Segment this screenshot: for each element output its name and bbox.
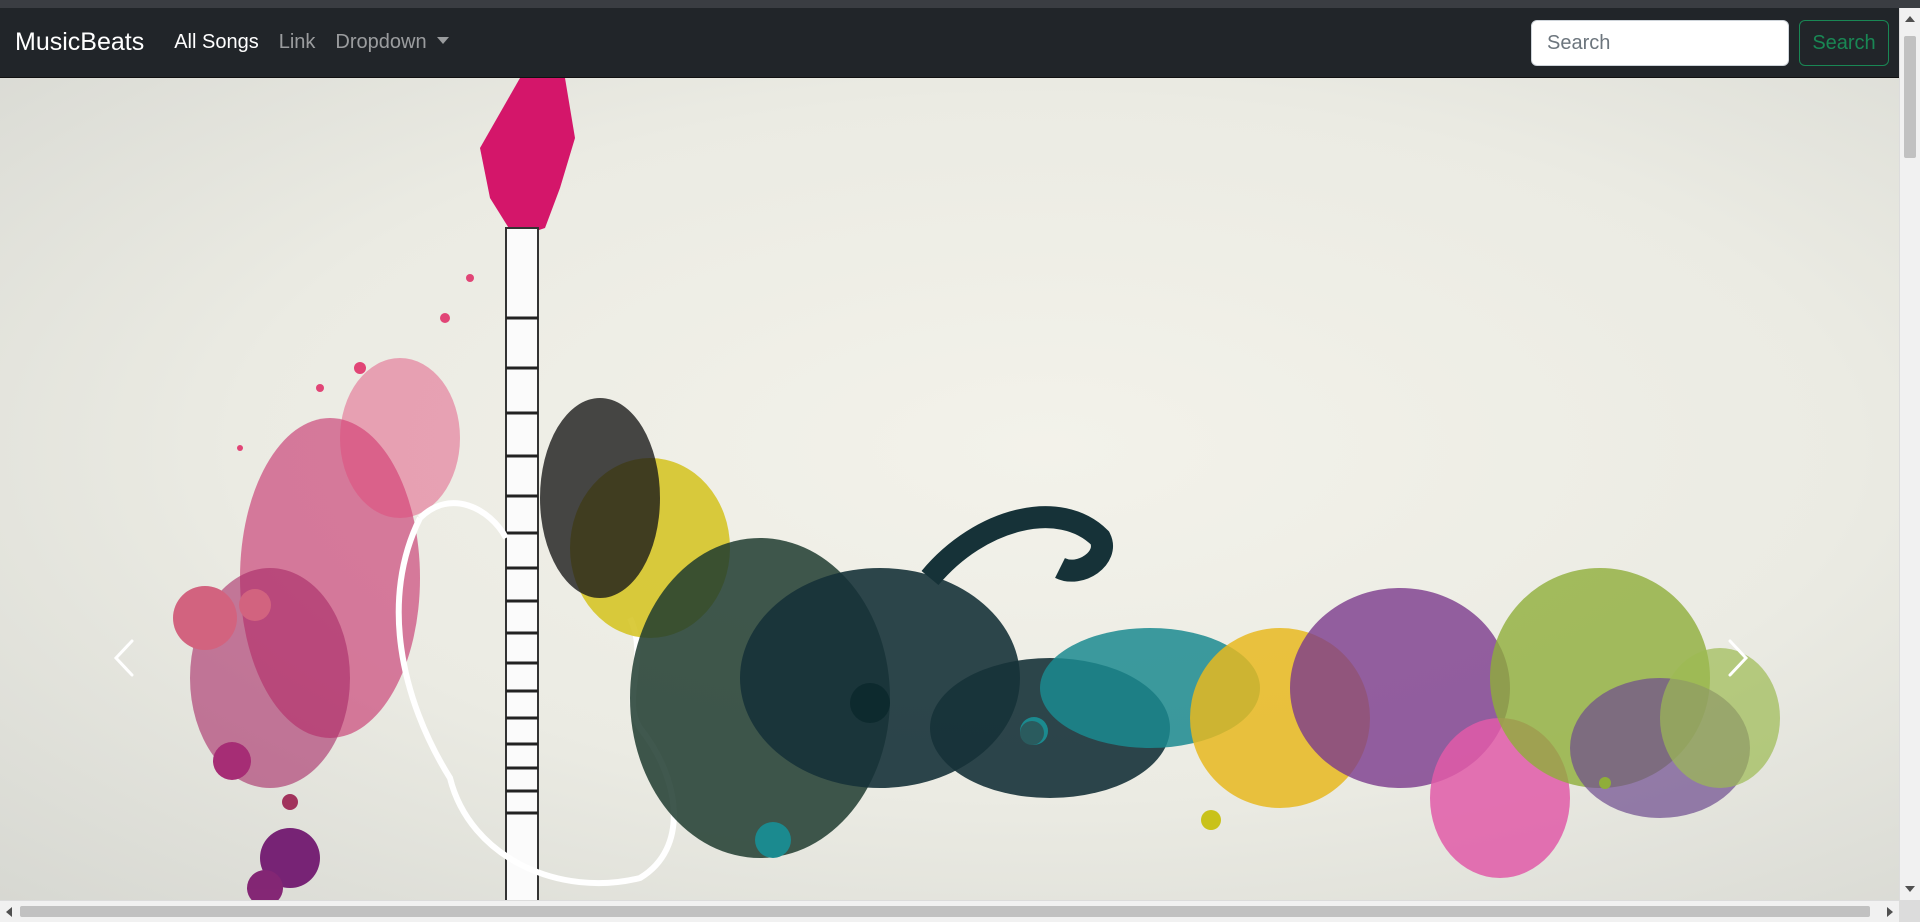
- paint-splash-right: [1040, 568, 1780, 878]
- nav-dropdown[interactable]: Dropdown: [335, 31, 449, 54]
- scroll-right-arrow-icon[interactable]: [1887, 907, 1893, 917]
- search-button[interactable]: Search: [1799, 20, 1889, 66]
- scroll-down-arrow-icon[interactable]: [1905, 886, 1915, 892]
- search-form: Search: [1531, 20, 1889, 66]
- nav-link-all-songs[interactable]: All Songs: [174, 31, 259, 54]
- vertical-scroll-thumb[interactable]: [1904, 36, 1916, 158]
- nav-link-link[interactable]: Link: [279, 31, 316, 54]
- hero-image: [173, 78, 1780, 900]
- browser-top-strip: [0, 0, 1920, 8]
- horizontal-scrollbar[interactable]: [0, 900, 1899, 922]
- horizontal-scroll-thumb[interactable]: [20, 906, 1870, 917]
- hero-carousel: [0, 78, 1899, 900]
- search-input[interactable]: [1531, 20, 1789, 66]
- scroll-up-arrow-icon[interactable]: [1905, 16, 1915, 22]
- caret-down-icon: [436, 37, 449, 45]
- paint-splash-magenta: [173, 274, 474, 900]
- paint-splash-center: [540, 398, 1170, 858]
- chevron-left-icon: [113, 639, 134, 677]
- scrollbar-corner: [1899, 900, 1920, 922]
- carousel-prev[interactable]: [113, 638, 173, 758]
- vertical-scrollbar[interactable]: [1899, 8, 1920, 900]
- carousel-next[interactable]: [1727, 638, 1787, 758]
- navbar: MusicBeats All Songs Link Dropdown Searc…: [0, 8, 1899, 78]
- chevron-right-icon: [1728, 639, 1749, 677]
- brand-logo[interactable]: MusicBeats: [15, 28, 144, 57]
- nav-dropdown-label: Dropdown: [335, 31, 427, 53]
- scroll-left-arrow-icon[interactable]: [6, 907, 12, 917]
